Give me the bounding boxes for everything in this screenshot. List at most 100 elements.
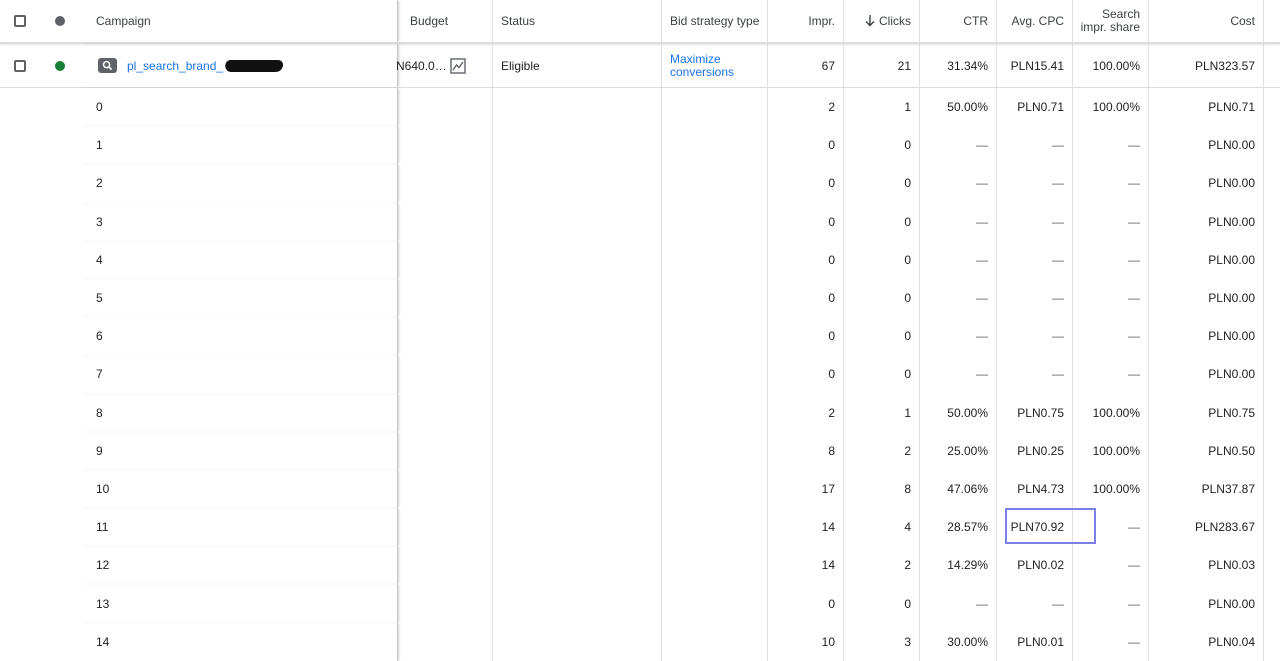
segment-share-value: —	[1128, 558, 1140, 573]
segment-bid-strategy-cell	[662, 469, 768, 509]
segment-budget-cell	[398, 584, 493, 623]
segment-cost-cell: PLN0.00	[1149, 164, 1264, 203]
segment-bid-strategy-cell	[662, 88, 768, 127]
segment-clicks-value: 0	[904, 329, 911, 344]
segment-cost-cell: PLN0.00	[1149, 584, 1264, 623]
segment-ctr-value: 50.00%	[947, 100, 988, 115]
segment-cost-cell: PLN0.50	[1149, 431, 1264, 470]
header-ctr[interactable]: CTR	[920, 0, 997, 42]
header-status-cell	[40, 0, 80, 42]
segment-budget-cell	[398, 355, 493, 394]
segment-clicks-cell: 2	[844, 431, 920, 470]
segment-label-cell: 9	[80, 431, 398, 470]
segment-select-cell	[0, 203, 40, 241]
segment-ctr-cell: 50.00%	[920, 88, 997, 127]
campaign-cost-value: PLN323.57	[1194, 58, 1255, 73]
campaign-share-cell: 100.00%	[1073, 44, 1149, 87]
segment-select-cell	[0, 88, 40, 126]
segment-impr-cell: 0	[768, 317, 844, 356]
segment-bid-strategy-cell	[662, 355, 768, 394]
segment-cost-cell: PLN0.00	[1149, 126, 1264, 165]
segment-ctr-value: 50.00%	[947, 405, 988, 420]
header-clicks[interactable]: Clicks	[844, 0, 920, 42]
segment-impr-cell: 0	[768, 240, 844, 279]
segment-share-cell: —	[1073, 278, 1149, 318]
header-impr[interactable]: Impr.	[768, 0, 844, 42]
status-filter-dot-icon[interactable]	[55, 16, 65, 26]
campaign-table: Campaign Budget Status Bid strategy type…	[0, 0, 1280, 661]
segment-ctr-value: 30.00%	[947, 634, 988, 649]
segment-avg-cpc-cell: —	[997, 240, 1073, 279]
segment-status-text-cell	[493, 622, 662, 661]
segment-clicks-value: 0	[904, 214, 911, 229]
segment-budget-cell	[398, 622, 493, 661]
select-all-checkbox[interactable]	[14, 15, 26, 27]
segment-impr-value: 0	[828, 291, 835, 306]
segment-share-cell: —	[1073, 317, 1149, 356]
segment-scroll-gutter	[1264, 394, 1280, 432]
segment-avg-cpc-value: —	[1052, 252, 1064, 267]
segment-status-cell	[40, 355, 80, 393]
redacted-scribble	[223, 59, 285, 72]
campaign-row-checkbox[interactable]	[14, 59, 26, 72]
header-status[interactable]: Status	[493, 0, 662, 42]
segment-clicks-value: 0	[904, 138, 911, 153]
campaign-scroll-gutter	[1264, 44, 1280, 87]
segment-label-cell: 3	[80, 202, 398, 241]
segment-impr-value: 10	[821, 634, 835, 649]
segment-rows: 0 2 1 50.00% PLN0.71 100.00% PLN0.71 1 0 0— — — PLN0…	[0, 88, 1280, 661]
segment-label-value: 10	[96, 481, 110, 496]
header-campaign[interactable]: Campaign	[80, 0, 398, 42]
header-avg-cpc[interactable]: Avg. CPC	[997, 0, 1073, 42]
segment-avg-cpc-cell: PLN0.01	[997, 622, 1073, 661]
segment-status-text-cell	[493, 317, 662, 356]
table-row: 7 0 0 — — — PLN0.00	[0, 355, 1280, 394]
segment-label-cell: 0	[80, 88, 398, 127]
table-row: 1 0 0 — — — PLN0.00	[0, 126, 1280, 165]
segment-status-cell	[40, 584, 80, 622]
segment-avg-cpc-value: PLN0.01	[1017, 634, 1064, 649]
segment-status-cell	[40, 317, 80, 355]
segment-avg-cpc-cell: PLN0.02	[997, 546, 1073, 585]
segment-impr-cell: 2	[768, 88, 844, 127]
segment-ctr-value: —	[976, 596, 988, 611]
segment-clicks-value: 8	[904, 481, 911, 496]
segment-status-cell	[40, 203, 80, 241]
segment-budget-cell	[398, 393, 493, 432]
segment-label-value: 11	[96, 520, 109, 535]
segment-cost-cell: PLN0.75	[1149, 393, 1264, 432]
segment-clicks-value: 0	[904, 367, 911, 382]
header-budget[interactable]: Budget	[398, 0, 493, 42]
segment-share-value: —	[1128, 176, 1140, 191]
segment-clicks-value: 2	[904, 443, 911, 458]
segment-bid-strategy-cell	[662, 317, 768, 356]
segment-label-value: 2	[96, 176, 103, 191]
table-row: 0 2 1 50.00% PLN0.71 100.00% PLN0.71	[0, 88, 1280, 127]
segment-scroll-gutter	[1264, 317, 1280, 355]
header-bid-strategy-type[interactable]: Bid strategy type	[662, 0, 768, 42]
segment-ctr-cell: —	[920, 584, 997, 623]
campaign-status-cell	[40, 44, 80, 87]
segment-clicks-value: 0	[904, 252, 911, 267]
header-cost[interactable]: Cost	[1149, 0, 1264, 42]
campaign-cost-cell: PLN323.57	[1149, 44, 1264, 87]
segment-scroll-gutter	[1264, 88, 1280, 126]
segment-cost-value: PLN0.00	[1208, 367, 1255, 382]
budget-chart-icon[interactable]	[450, 57, 466, 74]
segment-budget-cell	[398, 278, 493, 318]
segment-avg-cpc-value: —	[1052, 176, 1064, 191]
header-search-impr-share[interactable]: Search impr. share	[1073, 0, 1149, 42]
segment-label-cell: 8	[80, 393, 398, 432]
header-clicks-label: Clicks	[879, 14, 911, 28]
segment-ctr-value: —	[976, 291, 988, 306]
status-eligible-dot-icon[interactable]	[55, 60, 65, 71]
segment-impr-cell: 0	[768, 584, 844, 623]
segment-budget-cell	[398, 431, 493, 470]
segment-label-value: 9	[96, 443, 103, 458]
segment-avg-cpc-cell: PLN70.92	[997, 508, 1073, 547]
segment-share-cell: 100.00%	[1073, 469, 1149, 509]
segment-select-cell	[0, 279, 40, 317]
bid-strategy-link[interactable]: Maximize conversions	[670, 52, 734, 79]
campaign-name-link[interactable]: pl_search_brand_	[127, 59, 223, 73]
segment-avg-cpc-cell: —	[997, 317, 1073, 356]
